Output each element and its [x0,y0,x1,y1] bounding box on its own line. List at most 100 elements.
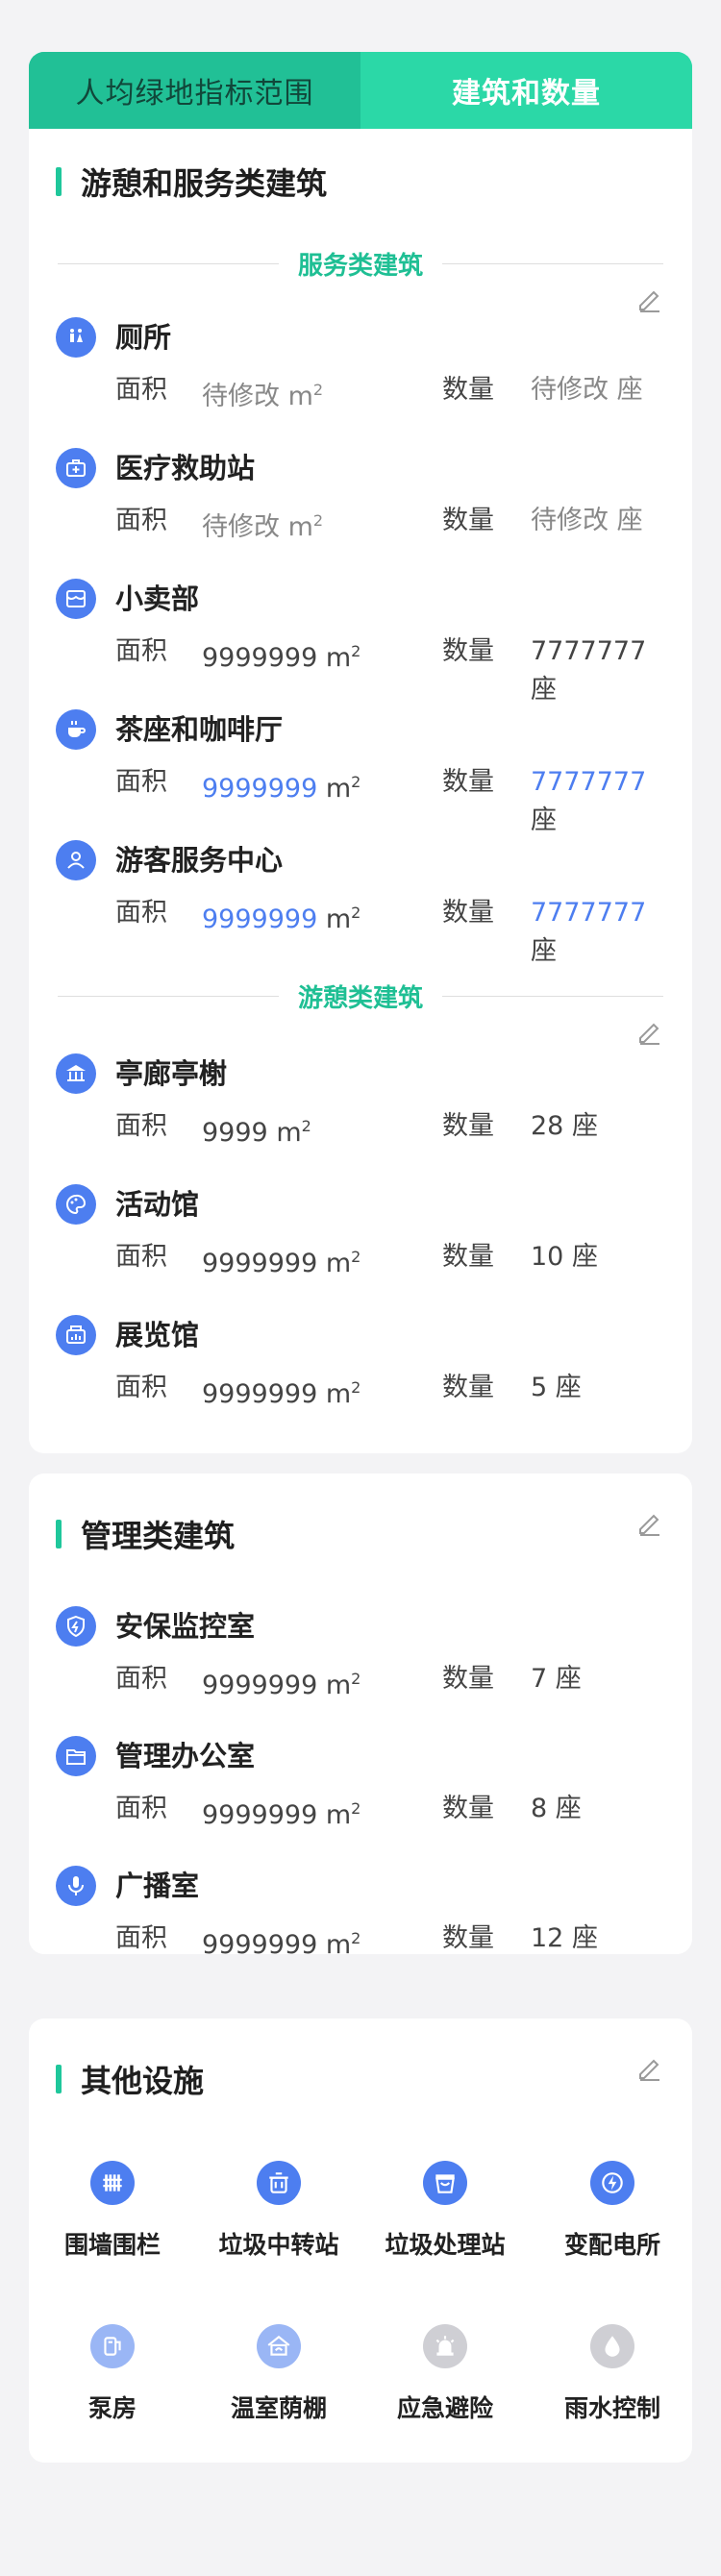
count-unit: 座 [571,1242,598,1272]
building-name: 小卖部 [115,582,200,615]
count-unit: 座 [531,675,557,705]
area-label: 面积 [115,636,167,666]
building-item[interactable]: 展览馆 面积 9999999 m2 数量 5 座 [56,1315,671,1421]
area-label: 面积 [115,1373,167,1402]
edit-icon[interactable] [634,2053,663,2082]
area-value-group: 9999999 m2 [202,763,360,808]
tab-green-space-range[interactable]: 人均绿地指标范围 [29,52,360,129]
count-unit: 座 [555,1664,582,1694]
divider-line [442,262,664,264]
building-item[interactable]: 小卖部 面积 9999999 m2 数量 7777777 座 [56,579,673,705]
divider-label-recreation: 游憩类建筑 [298,983,424,1013]
building-item[interactable]: 亭廊亭榭 面积 9999 m2 数量 28 座 [56,1053,671,1159]
area-value-group: 待修改 m2 [202,371,323,416]
count-value: 7777777 [531,767,647,797]
building-item[interactable]: 茶座和咖啡厅 面积 9999999 m2 数量 7777777 座 [56,709,671,835]
building-name: 医疗救助站 [115,452,256,484]
count-label: 数量 [442,898,494,928]
area-unit: m2 [288,511,324,542]
section-title-text: 游憩和服务类建筑 [81,165,328,202]
other-facilities-card: 其他设施 围墙围栏 垃圾中转站 垃圾处理站 变配电所 泵房 温室荫棚 应急避险 … [29,2019,692,2463]
section-title-management: 管理类建筑 [56,1512,235,1556]
area-label: 面积 [115,898,167,928]
section-title-text: 其他设施 [81,2063,205,2099]
area-unit-text: m [325,904,352,934]
building-item[interactable]: 广播室 面积 9999999 m2 数量 12 座 [56,1866,671,1971]
area-unit: m2 [325,1378,361,1409]
tab-bar: 人均绿地指标范围 建筑和数量 [29,52,692,129]
count-label: 数量 [442,767,494,797]
lightning-icon [590,2161,634,2205]
building-stats: 面积 9999999 m2 数量 7777777 座 [115,632,673,705]
area-label: 面积 [115,1242,167,1272]
area-value: 9999 [202,1118,268,1148]
building-item[interactable]: 安保监控室 面积 9999999 m2 数量 7 座 [56,1606,671,1712]
edit-icon[interactable] [634,285,663,313]
area-label: 面积 [115,375,167,405]
count-unit: 座 [616,506,643,535]
count-unit: 座 [531,936,557,966]
count-value: 28 [531,1111,564,1141]
edit-icon[interactable] [634,1508,663,1537]
count-unit: 座 [571,1923,598,1953]
alarm-icon [423,2324,467,2368]
area-unit-text: m [287,382,313,411]
facility-item[interactable]: 垃圾中转站 [197,2161,360,2286]
area-value: 待修改 [202,382,280,411]
count-label: 数量 [442,1373,494,1402]
section-title-other: 其他设施 [56,2057,204,2101]
area-value: 待修改 [202,512,280,542]
facility-item[interactable]: 温室荫棚 [197,2324,360,2449]
tab-buildings-quantity[interactable]: 建筑和数量 [360,52,692,129]
count-value-group: 待修改 座 [531,502,643,540]
count-unit: 座 [555,1794,582,1823]
toilet-icon [56,317,96,358]
area-unit: m2 [326,904,361,934]
area-label: 面积 [115,1794,167,1823]
building-name: 亭廊亭榭 [115,1057,228,1090]
building-item[interactable]: 医疗救助站 面积 待修改 m2 数量 待修改 座 [56,448,671,554]
area-value-group: 9999999 m2 [202,894,360,939]
building-item[interactable]: 厕所 面积 待修改 m2 数量 待修改 座 [56,317,671,423]
area-value: 9999999 [202,1671,318,1700]
area-unit: m2 [276,1117,311,1148]
shield-icon [56,1606,96,1647]
facility-label: 垃圾处理站 [385,2231,506,2259]
area-value: 9999999 [202,774,318,804]
area-value: 9999999 [202,1800,318,1830]
service-person-icon [56,840,96,880]
facility-item[interactable]: 垃圾处理站 [363,2161,527,2286]
building-item[interactable]: 管理办公室 面积 9999999 m2 数量 8 座 [56,1736,671,1842]
edit-icon[interactable] [634,1017,663,1046]
building-name: 展览馆 [115,1319,200,1351]
facility-item[interactable]: 雨水控制 [531,2324,694,2449]
facility-item[interactable]: 泵房 [31,2324,194,2449]
count-unit: 座 [571,1111,598,1141]
building-name: 广播室 [115,1870,200,1902]
building-name: 游客服务中心 [115,844,284,877]
pavilion-icon [56,1053,96,1094]
building-item[interactable]: 游客服务中心 面积 9999999 m2 数量 7777777 座 [56,840,671,966]
count-value-group: 7777777 座 [531,632,673,709]
facility-item[interactable]: 应急避险 [363,2324,527,2449]
area-unit-text: m [325,1930,352,1960]
section-title-text: 管理类建筑 [81,1518,236,1554]
area-unit-sup: 2 [351,904,361,922]
area-value: 9999999 [202,1249,318,1278]
area-unit-text: m [325,1379,352,1409]
fence-icon [90,2161,135,2205]
area-unit-sup: 2 [351,1378,361,1397]
medical-kit-icon [56,448,96,488]
waste-box-icon [423,2161,467,2205]
building-item[interactable]: 活动馆 面积 9999999 m2 数量 10 座 [56,1184,671,1290]
divider-recreation: 游憩类建筑 [58,977,664,1015]
facility-item[interactable]: 围墙围栏 [31,2161,194,2286]
facility-item[interactable]: 变配电所 [531,2161,694,2286]
building-name: 厕所 [115,321,172,354]
area-value: 9999999 [202,643,318,673]
area-value-group: 9999999 m2 [202,1920,360,1965]
area-unit-sup: 2 [312,381,324,399]
building-name: 管理办公室 [115,1740,256,1772]
area-unit-text: m [325,1800,352,1830]
area-unit: m2 [326,1248,361,1278]
